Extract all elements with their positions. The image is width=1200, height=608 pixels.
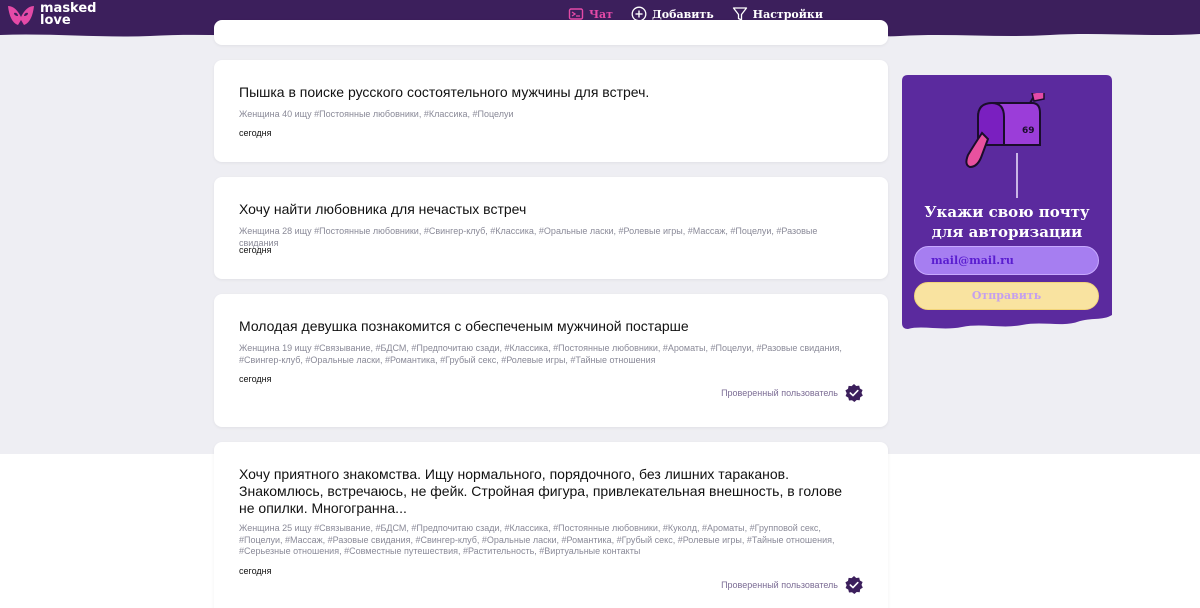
post-date: сегодня bbox=[239, 566, 272, 576]
verified-badge-icon bbox=[845, 384, 863, 402]
email-input[interactable] bbox=[914, 246, 1099, 275]
post-card[interactable]: Пышка в поиске русского состоятельного м… bbox=[214, 60, 888, 162]
post-title[interactable]: Молодая девушка познакомится с обеспечен… bbox=[239, 318, 859, 335]
post-tags: Женщина 19 ищу #Связывание, #БДСМ, #Пред… bbox=[239, 343, 842, 365]
widget-title: Укажи свою почту для авторизации bbox=[902, 202, 1112, 242]
verified-badge-icon bbox=[845, 576, 863, 594]
post-date: сегодня bbox=[239, 128, 272, 138]
post-title[interactable]: Пышка в поиске русского состоятельного м… bbox=[239, 84, 859, 101]
logo-text-line2: love bbox=[40, 13, 71, 28]
verified-user: Проверенный пользователь bbox=[721, 575, 864, 595]
nav-chat-label: Чат bbox=[589, 7, 613, 21]
post-card[interactable]: Молодая девушка познакомится с обеспечен… bbox=[214, 294, 888, 427]
nav-settings-label: Настройки bbox=[752, 7, 823, 21]
post-tags: Женщина 40 ищу #Постоянные любовники, #К… bbox=[239, 109, 514, 119]
post-tags: Женщина 28 ищу #Постоянные любовники, #С… bbox=[239, 226, 818, 248]
post-card[interactable]: Хочу приятного знакомства. Ищу нормально… bbox=[214, 442, 888, 608]
mailbox-icon: 69 bbox=[965, 93, 1045, 198]
submit-button[interactable]: Отправить bbox=[914, 282, 1099, 310]
post-card-partial[interactable] bbox=[214, 20, 888, 45]
logo[interactable]: masked love bbox=[6, 2, 96, 28]
post-date: сегодня bbox=[239, 245, 272, 255]
post-date: сегодня bbox=[239, 374, 272, 384]
post-title[interactable]: Хочу найти любовника для нечастых встреч bbox=[239, 201, 859, 218]
post-title[interactable]: Хочу приятного знакомства. Ищу нормально… bbox=[239, 466, 859, 517]
butterfly-mask-icon bbox=[8, 6, 34, 25]
email-auth-widget: 69 Укажи свою почту для авторизации Отпр… bbox=[902, 75, 1112, 332]
post-tags: Женщина 25 ищу #Связывание, #БДСМ, #Пред… bbox=[239, 523, 835, 556]
widget-title-line1: Укажи свою почту bbox=[924, 203, 1090, 221]
post-card[interactable]: Хочу найти любовника для нечастых встреч… bbox=[214, 177, 888, 279]
verified-label: Проверенный пользователь bbox=[721, 388, 838, 398]
widget-title-line2: для авторизации bbox=[931, 223, 1083, 241]
verified-user: Проверенный пользователь bbox=[721, 383, 864, 403]
verified-label: Проверенный пользователь bbox=[721, 580, 838, 590]
mailbox-number: 69 bbox=[1022, 126, 1035, 136]
nav-add-label: Добавить bbox=[652, 7, 714, 21]
